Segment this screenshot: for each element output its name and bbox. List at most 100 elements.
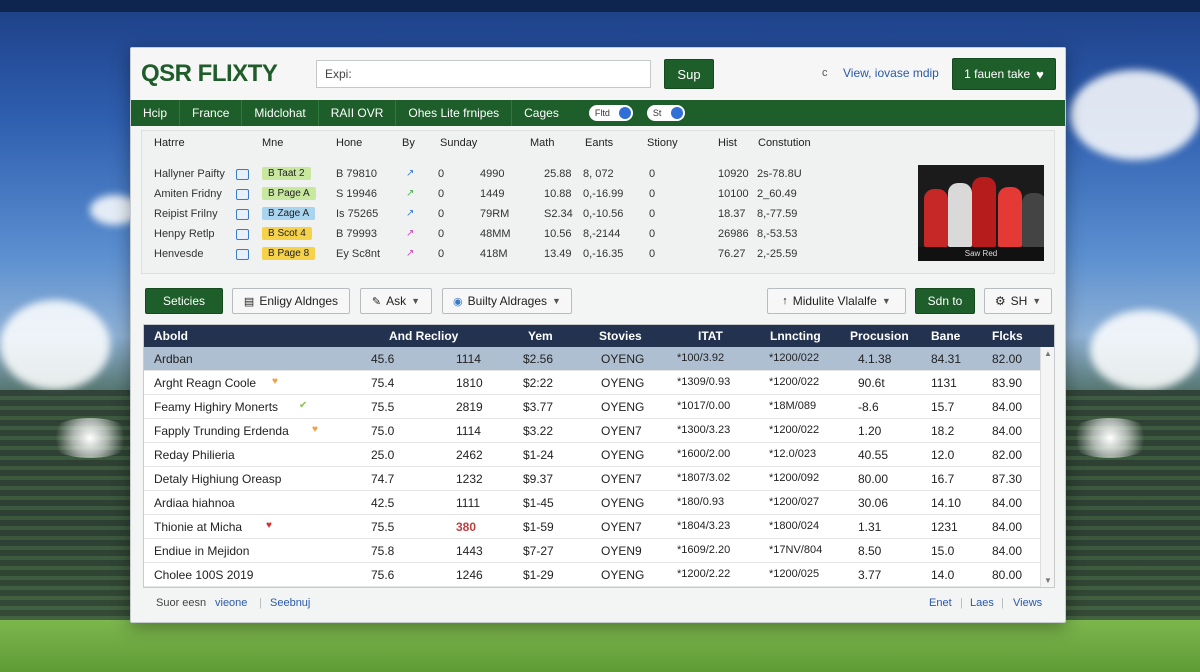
- table-row[interactable]: Reday Philieria 25.0 2462 $1-24 OYENG *1600/2…: [144, 443, 1040, 467]
- footer-link-vieone[interactable]: vieone: [215, 597, 247, 609]
- footer-link-views[interactable]: Views: [1013, 597, 1042, 609]
- table-cell-c7: 1.20: [858, 424, 882, 438]
- panel-cell-eants: 8, 072: [583, 168, 614, 180]
- col-stovies[interactable]: Stovies: [599, 329, 642, 343]
- match-photo[interactable]: Saw Red: [918, 165, 1044, 261]
- panel-cell-eants: 0,-16.99: [583, 188, 624, 200]
- table-row[interactable]: Cholee 100S 2019 75.6 1246 $1-29 OYENG *1200/…: [144, 563, 1040, 587]
- table-cell-c2: 1114: [456, 424, 481, 438]
- take-button[interactable]: 1 fauen take ♥: [952, 58, 1056, 90]
- footer-link-laes[interactable]: Laes: [970, 597, 994, 609]
- search-input[interactable]: [316, 60, 651, 88]
- nav-item-midclohat[interactable]: Midclohat: [242, 100, 319, 126]
- panel-cell-hone: S 19946: [336, 188, 377, 200]
- table-cell-c6: *1200/022: [769, 376, 820, 388]
- table-cell-c5: *180/0.93: [677, 496, 725, 508]
- table-row[interactable]: Thionie at Micha 75.5 380 $1-59 OYEN7 *1804/3…: [144, 515, 1040, 539]
- table-cell-c8: 18.2: [931, 424, 955, 438]
- panel-header-row: Hatrre Mne Hone By Sunday Math Eants Sti…: [142, 137, 1054, 153]
- table-row[interactable]: Feamy Highiry Monerts 75.5 2819 $3.77 OYENG *…: [144, 395, 1040, 419]
- table-cell-name: Reday Philieria: [154, 448, 235, 462]
- col-bane[interactable]: Bane: [931, 329, 960, 343]
- screen-icon[interactable]: [236, 209, 249, 220]
- col-itat[interactable]: ITAT: [698, 329, 723, 343]
- table-cell-c4: OYEN9: [601, 544, 642, 558]
- table-cell-c3: $1-29: [523, 568, 554, 582]
- filter-toggle[interactable]: Fltd: [588, 105, 633, 121]
- calendar-icon: ▤: [243, 295, 255, 308]
- builty-dropdown[interactable]: ◉ Builty Aldrages ▼: [442, 288, 572, 314]
- panel-cell-stiony: 0: [649, 188, 656, 200]
- panel-cell-const: 2,-25.59: [757, 248, 798, 260]
- col-and-recloy[interactable]: And Reclioy: [389, 329, 458, 343]
- table-row[interactable]: Fapply Trunding Erdenda 75.0 1114 $3.22 OYEN…: [144, 419, 1040, 443]
- table-row[interactable]: Detaly Highiung Oreasp 74.7 1232 $9.37 OYEN7…: [144, 467, 1040, 491]
- midulte-dropdown[interactable]: ↑ Midulite Vlalalfe ▼: [767, 288, 906, 314]
- st-toggle[interactable]: St: [646, 105, 685, 121]
- table-row[interactable]: Endiue in Mejidon 75.8 1443 $7-27 OYEN9 *1609…: [144, 539, 1040, 563]
- table-cell-c7: -8.6: [858, 400, 879, 414]
- table-row[interactable]: Ardban 45.6 1114 $2.56 OYENG *100/3.92 *1200/0…: [144, 347, 1040, 371]
- screen-icon[interactable]: [236, 189, 249, 200]
- col-flcks[interactable]: Flcks: [992, 329, 1023, 343]
- sh-dropdown[interactable]: ⚙ SH ▼: [984, 288, 1052, 314]
- footer-link-enet[interactable]: Enet: [929, 597, 952, 609]
- search-button[interactable]: Sup: [664, 59, 714, 89]
- take-button-label: 1 fauen take: [964, 67, 1031, 81]
- enligy-button[interactable]: ▤ Enligy Aldnges: [232, 288, 350, 314]
- nav-item-france[interactable]: France: [180, 100, 243, 126]
- scroll-up-icon[interactable]: ▲: [1044, 349, 1052, 358]
- footer-text: Suor eesn: [156, 597, 207, 609]
- status-badge: B Zage A: [262, 207, 316, 220]
- table-cell-c3: $9.37: [523, 472, 554, 486]
- table-cell-c1: 75.4: [371, 376, 395, 390]
- player-figure: [998, 187, 1022, 247]
- ask-dropdown[interactable]: ✎ Ask ▼: [360, 288, 432, 314]
- nav-item-ohes-lite[interactable]: Ohes Lite frnipes: [396, 100, 513, 126]
- enligy-label: Enligy Aldnges: [259, 294, 339, 308]
- table-cell-c4: OYEN7: [601, 472, 642, 486]
- sdn-to-button[interactable]: Sdn to: [915, 288, 975, 314]
- heart-icon: ♥: [312, 424, 318, 435]
- table-cell-c8: 1231: [931, 520, 958, 534]
- col-lnncting[interactable]: Lnncting: [770, 329, 821, 343]
- table-cell-c1: 75.5: [371, 520, 395, 534]
- setcies-button[interactable]: Seticies: [145, 288, 223, 314]
- ask-label: Ask: [386, 294, 407, 308]
- toggle-knob: [670, 107, 683, 119]
- trend-icon: ↗: [406, 228, 415, 239]
- table-cell-c9: 83.90: [992, 376, 1023, 390]
- nav-item-raii-ovr[interactable]: RAII OVR: [319, 100, 397, 126]
- table-cell-c7: 90.6t: [858, 376, 885, 390]
- screen-icon[interactable]: [236, 229, 249, 240]
- chevron-icon: ✔: [299, 400, 308, 411]
- view-link[interactable]: View, iovase mdip: [843, 66, 939, 80]
- scroll-down-icon[interactable]: ▼: [1044, 576, 1052, 585]
- results-table: Abold And Reclioy Yem Stovies ITAT Lnnct…: [143, 324, 1055, 588]
- app-header: QSR FLIXTY Sup c View, iovase mdip 1 fau…: [131, 48, 1065, 100]
- heart-icon: ♥: [266, 520, 272, 531]
- toggle-knob: [618, 107, 631, 119]
- table-cell-c7: 3.77: [858, 568, 882, 582]
- col-procusion[interactable]: Procusion: [850, 329, 909, 343]
- panel-cell-hone: Ey Sc8nt: [336, 248, 381, 260]
- panel-col-hatrre: Hatrre: [154, 137, 185, 149]
- nav-item-cages[interactable]: Cages: [512, 100, 571, 126]
- table-row[interactable]: Ardiaa hiahnoa 42.5 1111 $1-45 OYENG *180/0.9…: [144, 491, 1040, 515]
- panel-col-stiony: Stiony: [647, 137, 678, 149]
- col-abold[interactable]: Abold: [154, 329, 188, 343]
- table-row[interactable]: Arght Reagn Coole 75.4 1810 $2:22 OYENG *1309…: [144, 371, 1040, 395]
- panel-cell-const: 2s-78.8U: [757, 168, 802, 180]
- nav-item-hcip[interactable]: Hcip: [131, 100, 181, 126]
- sh-label: SH: [1010, 294, 1028, 308]
- col-yem[interactable]: Yem: [528, 329, 553, 343]
- panel-cell-math: 13.49: [544, 248, 572, 260]
- footer-link-seebnuj[interactable]: Seebnuj: [270, 597, 310, 609]
- panel-cell-hist: 10100: [718, 188, 749, 200]
- screen-icon[interactable]: [236, 169, 249, 180]
- screen-icon[interactable]: [236, 249, 249, 260]
- status-badge: B Page A: [262, 187, 316, 200]
- table-scrollbar[interactable]: ▲ ▼: [1040, 347, 1054, 587]
- panel-cell-sunday: 418M: [480, 248, 508, 260]
- app-logo[interactable]: QSR FLIXTY: [141, 60, 278, 88]
